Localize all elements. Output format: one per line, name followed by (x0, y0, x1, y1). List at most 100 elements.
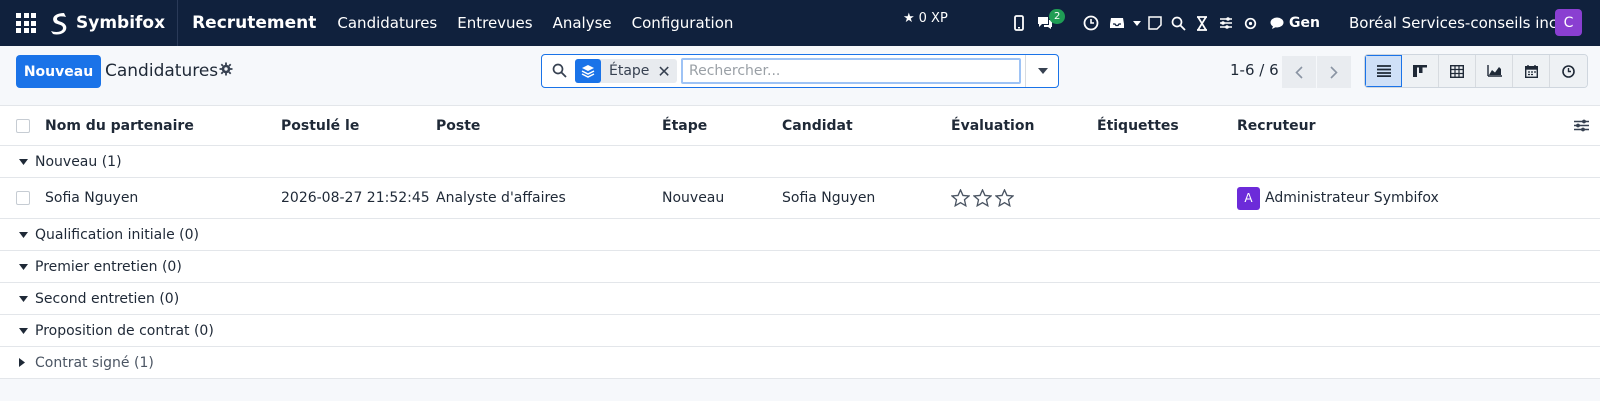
hourglass-icon[interactable] (1190, 0, 1214, 46)
pager-value[interactable]: 1-6 / 6 (1230, 61, 1279, 79)
search-icon[interactable] (552, 63, 567, 82)
table-row[interactable]: Sofia Nguyen 2026-08-27 21:52:45 Analyst… (0, 178, 1600, 219)
module-title[interactable]: Recrutement (192, 13, 316, 33)
sliders-icon[interactable] (1214, 0, 1238, 46)
kanban-view-button[interactable] (1402, 55, 1439, 87)
group-label: Contrat signé (1) (35, 354, 154, 371)
row-checkbox[interactable] (16, 178, 30, 218)
menu-item-configuration[interactable]: Configuration (632, 14, 734, 32)
column-header-rating[interactable]: Évaluation (951, 106, 1034, 145)
app-menu-icon[interactable] (16, 13, 36, 33)
xp-counter[interactable]: ★ 0 XP (903, 0, 948, 41)
inbox-icon[interactable] (1104, 0, 1130, 46)
caret-down-icon (19, 231, 28, 238)
messages-badge: 2 (1049, 9, 1066, 24)
star-icon: ★ (903, 10, 915, 26)
group-row[interactable]: Contrat signé (1) (0, 347, 1600, 379)
top-navbar: Symbifox Recrutement Candidatures Entrev… (0, 0, 1600, 46)
search-facet: Étape ✕ (575, 59, 678, 83)
caret-down-icon (19, 158, 28, 165)
caret-down-icon (1037, 68, 1048, 74)
rating-widget (951, 178, 1014, 218)
star-empty-icon[interactable] (951, 189, 970, 207)
clock-icon[interactable] (1078, 0, 1104, 46)
recruiter-avatar: A (1237, 186, 1260, 210)
recruiter-name: Administrateur Symbifox (1265, 190, 1439, 206)
note-icon[interactable] (1144, 0, 1166, 46)
activity-view-button[interactable] (1550, 55, 1587, 87)
facet-label: Étape (609, 63, 650, 79)
column-header-recruiter[interactable]: Recruteur (1237, 106, 1316, 145)
navbar-divider (177, 0, 179, 46)
pager-previous-button[interactable] (1282, 56, 1316, 88)
column-header-partner[interactable]: Nom du partenaire (45, 106, 194, 145)
assistant-label: Gen (1289, 15, 1320, 31)
group-row[interactable]: Nouveau (1) (0, 146, 1600, 178)
main-menu: Candidatures Entrevues Analyse Configura… (337, 14, 733, 32)
cell-recruiter: A Administrateur Symbifox (1237, 178, 1439, 218)
layers-icon (575, 59, 601, 83)
group-label: Premier entretien (0) (35, 258, 182, 275)
user-avatar[interactable]: C (1555, 9, 1582, 36)
star-empty-icon[interactable] (973, 189, 992, 207)
column-header-job[interactable]: Poste (436, 106, 480, 145)
calendar-view-button[interactable] (1513, 55, 1550, 87)
caret-right-icon (19, 358, 25, 367)
graph-view-icon (1486, 65, 1502, 77)
graph-view-button[interactable] (1476, 55, 1513, 87)
menu-item-candidatures[interactable]: Candidatures (337, 14, 437, 32)
activity-view-icon (1562, 64, 1575, 78)
column-header-candidate[interactable]: Candidat (782, 106, 853, 145)
caret-down-icon (19, 295, 28, 302)
column-header-applied-on[interactable]: Postulé le (281, 106, 359, 145)
group-row[interactable]: Second entretien (0) (0, 283, 1600, 315)
search-bar: Étape ✕ Rechercher... (541, 54, 1059, 88)
search-options-toggle[interactable] (1025, 55, 1059, 87)
chat-bubble-icon (1270, 17, 1284, 29)
table-header: Nom du partenaire Postulé le Poste Étape… (0, 106, 1600, 146)
chevron-left-icon (1295, 65, 1303, 79)
optional-columns-icon[interactable] (1574, 106, 1589, 145)
view-switcher (1364, 54, 1588, 88)
search-icon[interactable] (1166, 0, 1190, 46)
remove-facet-icon[interactable]: ✕ (657, 62, 677, 81)
caret-down-icon[interactable] (1130, 0, 1144, 46)
group-label: Proposition de contrat (0) (35, 322, 214, 339)
calendar-view-icon (1524, 64, 1538, 78)
cell-partner: Sofia Nguyen (45, 190, 139, 206)
messages-icon[interactable]: 2 (1032, 0, 1066, 46)
settings-icon[interactable] (1238, 0, 1262, 46)
assistant-menu[interactable]: Gen (1262, 0, 1322, 46)
control-panel: Nouveau Candidatures Étape ✕ Rechercher.… (0, 46, 1600, 106)
chevron-right-icon (1330, 65, 1338, 79)
cell-candidate: Sofia Nguyen (782, 190, 876, 206)
pager-next-button[interactable] (1317, 56, 1351, 88)
select-all-checkbox[interactable] (16, 106, 30, 145)
list-view-button[interactable] (1365, 55, 1402, 87)
company-switcher[interactable]: Boréal Services-conseils inc. (1349, 0, 1562, 46)
star-empty-icon[interactable] (995, 189, 1014, 207)
group-row[interactable]: Qualification initiale (0) (0, 219, 1600, 251)
list-view-icon (1376, 65, 1391, 77)
mobile-phone-icon[interactable] (1006, 0, 1032, 46)
column-header-stage[interactable]: Étape (662, 106, 707, 145)
new-button[interactable]: Nouveau (16, 55, 101, 88)
gear-icon[interactable] (219, 62, 233, 80)
xp-value: 0 XP (918, 10, 948, 26)
page-title[interactable]: Candidatures (105, 61, 218, 81)
group-label: Qualification initiale (0) (35, 226, 200, 243)
menu-item-entrevues[interactable]: Entrevues (457, 14, 532, 32)
pivot-view-button[interactable] (1439, 55, 1476, 87)
group-label: Second entretien (0) (35, 290, 180, 307)
search-input[interactable]: Rechercher... (681, 58, 1021, 84)
column-header-tags[interactable]: Étiquettes (1097, 106, 1179, 145)
menu-item-analyse[interactable]: Analyse (553, 14, 612, 32)
group-label: Nouveau (1) (35, 153, 122, 170)
list-table: Nom du partenaire Postulé le Poste Étape… (0, 106, 1600, 379)
brand-logo[interactable]: Symbifox (48, 11, 165, 35)
caret-down-icon (19, 263, 28, 270)
pivot-view-icon (1450, 64, 1464, 78)
group-row[interactable]: Premier entretien (0) (0, 251, 1600, 283)
symbifox-logo-icon (51, 13, 67, 35)
group-row[interactable]: Proposition de contrat (0) (0, 315, 1600, 347)
